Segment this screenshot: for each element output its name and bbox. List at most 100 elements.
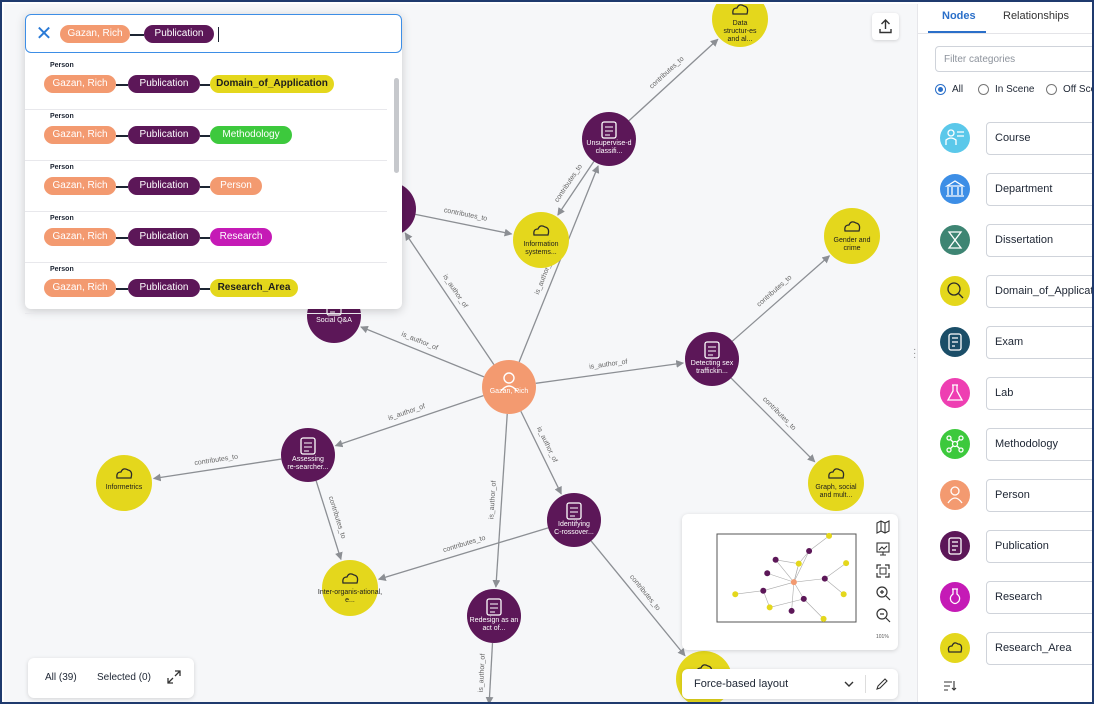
category-row-course[interactable]: Course bbox=[918, 120, 1092, 171]
category-name-field[interactable]: Lab bbox=[986, 377, 1092, 410]
category-name-field[interactable]: Department bbox=[986, 173, 1092, 206]
zoom-out-icon[interactable] bbox=[875, 607, 891, 623]
node-circle[interactable] bbox=[824, 208, 880, 264]
edge-line[interactable] bbox=[492, 413, 508, 588]
node-circle[interactable] bbox=[582, 112, 636, 166]
graph-node-unsup[interactable]: Unsupervise-dclassifi... bbox=[582, 112, 636, 166]
graph-node-graph-social[interactable]: Graph, socialand mult... bbox=[808, 455, 864, 511]
edge-line[interactable] bbox=[334, 395, 484, 448]
category-name-field[interactable]: Research_Area bbox=[986, 632, 1092, 665]
edge-line[interactable] bbox=[590, 540, 686, 657]
search-chip-publication[interactable]: Publication bbox=[144, 25, 214, 43]
search-input[interactable]: ✕ Gazan, Rich Publication bbox=[25, 14, 402, 53]
node-circle[interactable] bbox=[281, 428, 335, 482]
node-circle[interactable] bbox=[467, 589, 521, 643]
tab-nodes[interactable]: Nodes bbox=[942, 10, 976, 22]
document-icon[interactable] bbox=[940, 531, 970, 561]
count-selected[interactable]: Selected (0) bbox=[97, 672, 151, 683]
close-icon[interactable]: ✕ bbox=[34, 24, 54, 44]
course-icon[interactable] bbox=[940, 123, 970, 153]
exam-icon[interactable] bbox=[940, 327, 970, 357]
category-row-methodology[interactable]: Methodology bbox=[918, 426, 1092, 477]
graph-node-detect[interactable]: Detecting sextraffickin... bbox=[685, 332, 739, 386]
category-row-department[interactable]: Department bbox=[918, 171, 1092, 222]
edge-line[interactable] bbox=[628, 38, 719, 122]
fit-to-screen-icon[interactable] bbox=[875, 563, 891, 579]
category-name-field[interactable]: Domain_of_Application bbox=[986, 275, 1092, 308]
category-name-field[interactable]: Publication bbox=[986, 530, 1092, 563]
category-name-field[interactable]: Course bbox=[986, 122, 1092, 155]
graph-node-informetrics[interactable]: Informetrics bbox=[96, 455, 152, 511]
edge-line[interactable] bbox=[377, 527, 549, 581]
network-icon[interactable] bbox=[940, 429, 970, 459]
category-name-field[interactable]: Research bbox=[986, 581, 1092, 614]
pencil-icon[interactable] bbox=[874, 676, 890, 692]
graph-node-identify[interactable]: IdentifyingC-rossover... bbox=[547, 493, 601, 547]
presentation-icon[interactable] bbox=[875, 541, 891, 557]
suggestion-item[interactable]: Person Gazan, Rich Publication Domain_of_Ap… bbox=[25, 59, 387, 110]
layout-value[interactable]: Force-based layout bbox=[694, 678, 788, 690]
graph-node-rich[interactable]: Gazan, Rich bbox=[482, 360, 536, 414]
suggestion-item[interactable]: Person Gazan, Rich Publication Person bbox=[25, 161, 387, 212]
radio-empty-icon[interactable] bbox=[1046, 84, 1057, 95]
suggestion-item[interactable]: Person Gazan, Rich Publication Research bbox=[25, 212, 387, 263]
minimap-viewport[interactable] bbox=[716, 533, 857, 623]
graph-node-redesign[interactable]: Redesign as anact of... bbox=[467, 589, 521, 643]
node-circle[interactable] bbox=[547, 493, 601, 547]
category-row-research-area[interactable]: Research_Area bbox=[918, 630, 1092, 681]
layout-selector[interactable]: Force-based layout bbox=[682, 669, 898, 699]
expand-icon[interactable] bbox=[164, 667, 184, 687]
sort-icon[interactable] bbox=[942, 677, 958, 693]
minimap[interactable]: 101% bbox=[682, 514, 898, 650]
cloud-icon[interactable] bbox=[940, 633, 970, 663]
node-circle[interactable] bbox=[322, 560, 378, 616]
edge-line[interactable] bbox=[730, 377, 816, 463]
count-all[interactable]: All (39) bbox=[45, 672, 77, 683]
suggestion-item[interactable]: Person Gazan, Rich Publication Research_Are… bbox=[25, 263, 387, 314]
magnifier-icon[interactable] bbox=[940, 276, 970, 306]
edge-line[interactable] bbox=[731, 255, 831, 342]
category-row-domain-of-application[interactable]: Domain_of_Application bbox=[918, 273, 1092, 324]
graph-node-gender[interactable]: Gender andcrime bbox=[824, 208, 880, 264]
zoom-in-icon[interactable] bbox=[875, 585, 891, 601]
filter-categories-input[interactable] bbox=[935, 46, 1092, 72]
node-circle[interactable] bbox=[513, 212, 569, 268]
radio-all[interactable]: All bbox=[935, 84, 963, 95]
category-name-field[interactable]: Methodology bbox=[986, 428, 1092, 461]
graph-node-assess[interactable]: Assessingre-searcher... bbox=[281, 428, 335, 482]
graph-node-inter-org[interactable]: Inter-organis-ational,e... bbox=[318, 560, 382, 616]
category-name-field[interactable]: Person bbox=[986, 479, 1092, 512]
tab-relationships[interactable]: Relationships bbox=[1003, 10, 1069, 22]
export-button[interactable] bbox=[872, 13, 899, 40]
category-row-publication[interactable]: Publication bbox=[918, 528, 1092, 579]
category-row-lab[interactable]: Lab bbox=[918, 375, 1092, 426]
person-icon[interactable] bbox=[940, 480, 970, 510]
search-chip-person[interactable]: Gazan, Rich bbox=[60, 25, 130, 43]
category-row-dissertation[interactable]: Dissertation bbox=[918, 222, 1092, 273]
node-circle[interactable] bbox=[96, 455, 152, 511]
suggestions-scrollbar[interactable] bbox=[394, 78, 399, 173]
graph-node-data-struct[interactable]: Datastructur-esand al... bbox=[712, 4, 768, 47]
graph-node-info-sys[interactable]: Informationsystems... bbox=[513, 212, 569, 268]
chevron-down-icon[interactable] bbox=[842, 677, 856, 691]
flask-icon[interactable] bbox=[940, 378, 970, 408]
radio-selected-icon[interactable] bbox=[935, 84, 946, 95]
edge-line[interactable] bbox=[485, 642, 494, 704]
map-icon[interactable] bbox=[875, 519, 891, 535]
edge-line[interactable] bbox=[360, 325, 485, 378]
research-icon[interactable] bbox=[940, 582, 970, 612]
radio-empty-icon[interactable] bbox=[978, 84, 989, 95]
suggestion-item[interactable]: Person Gazan, Rich Publication Methodology bbox=[25, 110, 387, 161]
node-circle[interactable] bbox=[685, 332, 739, 386]
radio-in-scene[interactable]: In Scene bbox=[978, 84, 1034, 95]
node-circle[interactable] bbox=[808, 455, 864, 511]
bank-icon[interactable] bbox=[940, 174, 970, 204]
radio-off-scene[interactable]: Off Scene bbox=[1046, 84, 1092, 95]
category-row-research[interactable]: Research bbox=[918, 579, 1092, 630]
node-circle[interactable] bbox=[482, 360, 536, 414]
category-name-field[interactable]: Exam bbox=[986, 326, 1092, 359]
hourglass-icon[interactable] bbox=[940, 225, 970, 255]
category-row-person[interactable]: Person bbox=[918, 477, 1092, 528]
category-name-field[interactable]: Dissertation bbox=[986, 224, 1092, 257]
minimap-preview[interactable] bbox=[682, 514, 898, 650]
